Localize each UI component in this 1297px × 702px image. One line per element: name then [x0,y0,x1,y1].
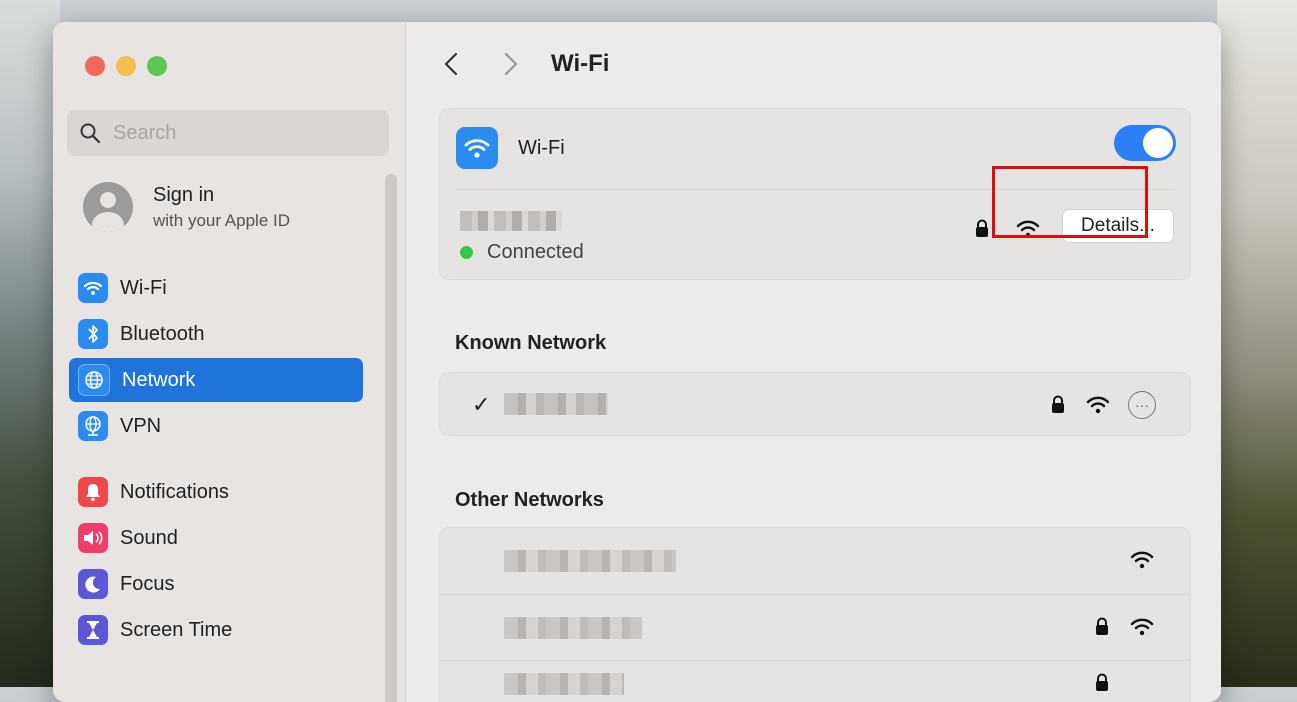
sidebar-item-vpn[interactable]: VPN [69,404,363,448]
bell-icon [78,477,108,507]
system-settings-window: Sign in with your Apple ID Wi-Fi Bluetoo… [53,22,1221,702]
sidebar-item-notifications[interactable]: Notifications [69,470,363,514]
wifi-label: Wi-Fi [518,136,565,159]
details-button-highlight [992,166,1148,238]
connection-status: Connected [460,241,584,264]
sidebar-scrollbar[interactable] [385,174,397,702]
known-network-name-redacted [504,393,608,415]
traffic-lights [85,56,167,76]
sidebar-nav: Wi-Fi Bluetooth Network VPN Notification… [69,266,363,654]
network-name-redacted [504,673,624,695]
page-title: Wi-Fi [551,50,610,77]
sidebar-item-wifi[interactable]: Wi-Fi [69,266,363,310]
avatar [83,182,133,232]
wifi-icon [456,127,498,169]
zoom-button[interactable] [147,56,167,76]
connection-status-text: Connected [487,241,584,263]
more-options-button[interactable]: ··· [1128,391,1156,419]
list-item[interactable] [440,594,1190,659]
sidebar-item-network[interactable]: Network [69,358,363,402]
lock-icon [1096,673,1108,691]
other-networks-card [439,527,1191,702]
list-item[interactable] [440,528,1190,592]
minimize-button[interactable] [116,56,136,76]
close-button[interactable] [85,56,105,76]
known-network-card: ✓ ··· [439,372,1191,436]
known-network-heading: Known Network [455,332,607,354]
sidebar-item-focus[interactable]: Focus [69,562,363,606]
sidebar-item-screen-time[interactable]: Screen Time [69,608,363,652]
desktop-wallpaper-left [0,0,60,687]
lock-icon [1052,395,1064,413]
other-networks-heading: Other Networks [455,489,604,511]
apple-id-signin[interactable]: Sign in with your Apple ID [83,182,290,232]
sidebar-item-label: Wi-Fi [120,276,167,299]
sidebar-item-label: Bluetooth [120,322,205,345]
moon-icon [78,569,108,599]
wifi-signal-icon [1130,551,1154,569]
sidebar-item-label: Screen Time [120,618,233,641]
lock-icon [976,219,988,237]
current-network-name-redacted [460,211,562,231]
network-name-redacted [504,617,642,639]
content-pane: Wi-Fi Wi-Fi Connected Details... Known N… [406,22,1221,702]
signin-title: Sign in [153,183,215,206]
signin-subtitle: with your Apple ID [153,210,291,230]
sidebar-item-label: Focus [120,572,175,595]
sidebar-item-bluetooth[interactable]: Bluetooth [69,312,363,356]
sidebar-item-label: Notifications [120,480,229,503]
search-input[interactable] [111,120,365,146]
wifi-icon [78,273,108,303]
sidebar-item-label: Sound [120,526,178,549]
sidebar: Sign in with your Apple ID Wi-Fi Bluetoo… [53,22,406,702]
wifi-signal-icon [1086,396,1110,414]
search-field[interactable] [67,110,389,156]
lock-icon [1096,617,1108,635]
sidebar-item-label: VPN [120,414,162,437]
list-item[interactable] [440,660,1190,702]
search-icon [80,123,101,144]
globe-icon [78,364,110,396]
sidebar-item-label: Network [122,368,196,391]
wifi-signal-icon [1130,618,1154,636]
back-button[interactable] [438,50,466,78]
connected-dot-icon [460,246,473,259]
speaker-icon [78,523,108,553]
sidebar-item-sound[interactable]: Sound [69,516,363,560]
forward-button[interactable] [496,50,524,78]
toolbar: Wi-Fi [406,22,1221,106]
checkmark-icon: ✓ [472,392,491,417]
hourglass-icon [78,615,108,645]
network-name-redacted [504,550,676,572]
desktop-wallpaper-right [1217,0,1297,687]
wifi-toggle[interactable] [1114,125,1176,161]
bluetooth-icon [78,319,108,349]
vpn-globe-icon [78,411,108,441]
